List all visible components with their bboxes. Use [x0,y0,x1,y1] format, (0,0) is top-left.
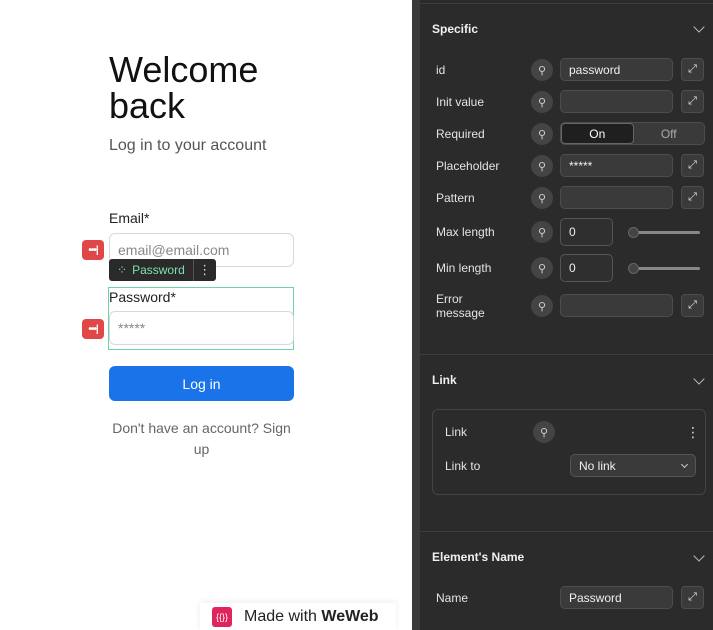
email-bind-badge[interactable]: •••| [82,240,104,260]
min-length-input[interactable]: 0 [560,254,613,282]
email-label: Email* [109,210,150,226]
id-input[interactable]: password [560,58,673,81]
expand-icon[interactable]: ⤢ [681,294,704,317]
divider [420,354,713,355]
section-title-element-name[interactable]: Element's Name [432,550,524,564]
error-message-input[interactable] [560,294,673,317]
chevron-down-icon [680,460,689,468]
page-subtitle: Log in to your account [109,137,267,154]
unlink-icon[interactable]: ⚲ [531,257,553,279]
unlink-icon[interactable]: ⚲ [531,155,553,177]
required-toggle[interactable]: On Off [560,122,705,145]
divider [420,3,713,4]
password-input[interactable]: ***** [109,311,294,345]
init-value-input[interactable] [560,90,673,113]
pattern-label: Pattern [436,191,475,205]
selected-element-tag[interactable]: ⁘ Password ⋮ [109,259,216,281]
section-title-link[interactable]: Link [432,373,457,387]
weweb-logo-icon: {{}} [212,606,232,627]
link-settings-box [432,409,706,495]
more-vertical-icon[interactable]: ⋮ [194,262,216,278]
expand-icon[interactable]: ⤢ [681,90,704,113]
min-length-label: Min length [436,261,492,275]
placeholder-input[interactable]: ***** [560,154,673,177]
id-label: id [436,63,446,77]
name-label: Name [436,591,469,605]
login-button[interactable]: Log in [109,366,294,401]
init-value-label: Init value [436,95,485,109]
pattern-input[interactable] [560,186,673,209]
more-vertical-icon[interactable]: ⋮ [686,424,700,441]
error-message-label: Error message [436,292,485,320]
unlink-icon[interactable]: ⚲ [533,421,555,443]
slider-knob[interactable] [628,227,639,238]
min-length-slider[interactable] [628,263,700,274]
expand-icon[interactable]: ⤢ [681,186,704,209]
link-to-label: Link to [445,459,481,473]
password-bind-badge[interactable]: •••| [82,319,104,339]
unlink-icon[interactable]: ⚲ [531,221,553,243]
section-title-specific[interactable]: Specific [432,22,478,36]
unlink-icon[interactable]: ⚲ [531,187,553,209]
required-label: Required [436,127,485,141]
placeholder-label: Placeholder [436,159,500,173]
link-to-select[interactable]: No link [570,454,696,477]
link-label: Link [445,425,468,439]
properties-panel: Specific id ⚲ password ⤢ Init value ⚲ ⤢ … [412,0,713,630]
signup-link[interactable]: Don't have an account? Sign up [109,418,294,460]
unlink-icon[interactable]: ⚲ [531,91,553,113]
unlink-icon[interactable]: ⚲ [531,123,553,145]
max-length-slider[interactable] [628,227,700,238]
selected-element-name[interactable]: ⁘ Password [109,259,194,281]
chevron-down-icon[interactable] [693,373,705,385]
max-length-input[interactable]: 0 [560,218,613,246]
page-title: Welcome back [109,49,259,126]
divider [420,531,713,532]
name-input[interactable]: Password [560,586,673,609]
unlink-icon[interactable]: ⚲ [531,59,553,81]
max-length-label: Max length [436,225,495,239]
expand-icon[interactable]: ⤢ [681,154,704,177]
chevron-down-icon[interactable] [693,550,705,562]
move-icon: ⁘ [117,263,128,277]
required-on-option[interactable]: On [561,123,634,144]
required-off-option[interactable]: Off [634,123,705,144]
slider-knob[interactable] [628,263,639,274]
password-label: Password* [109,289,176,305]
expand-icon[interactable]: ⤢ [681,58,704,81]
canvas: Welcome back Log in to your account Emai… [0,0,412,630]
made-with-weweb-badge[interactable]: {{}} Made with WeWeb [200,603,396,630]
chevron-down-icon[interactable] [693,21,705,33]
unlink-icon[interactable]: ⚲ [531,295,553,317]
expand-icon[interactable]: ⤢ [681,586,704,609]
